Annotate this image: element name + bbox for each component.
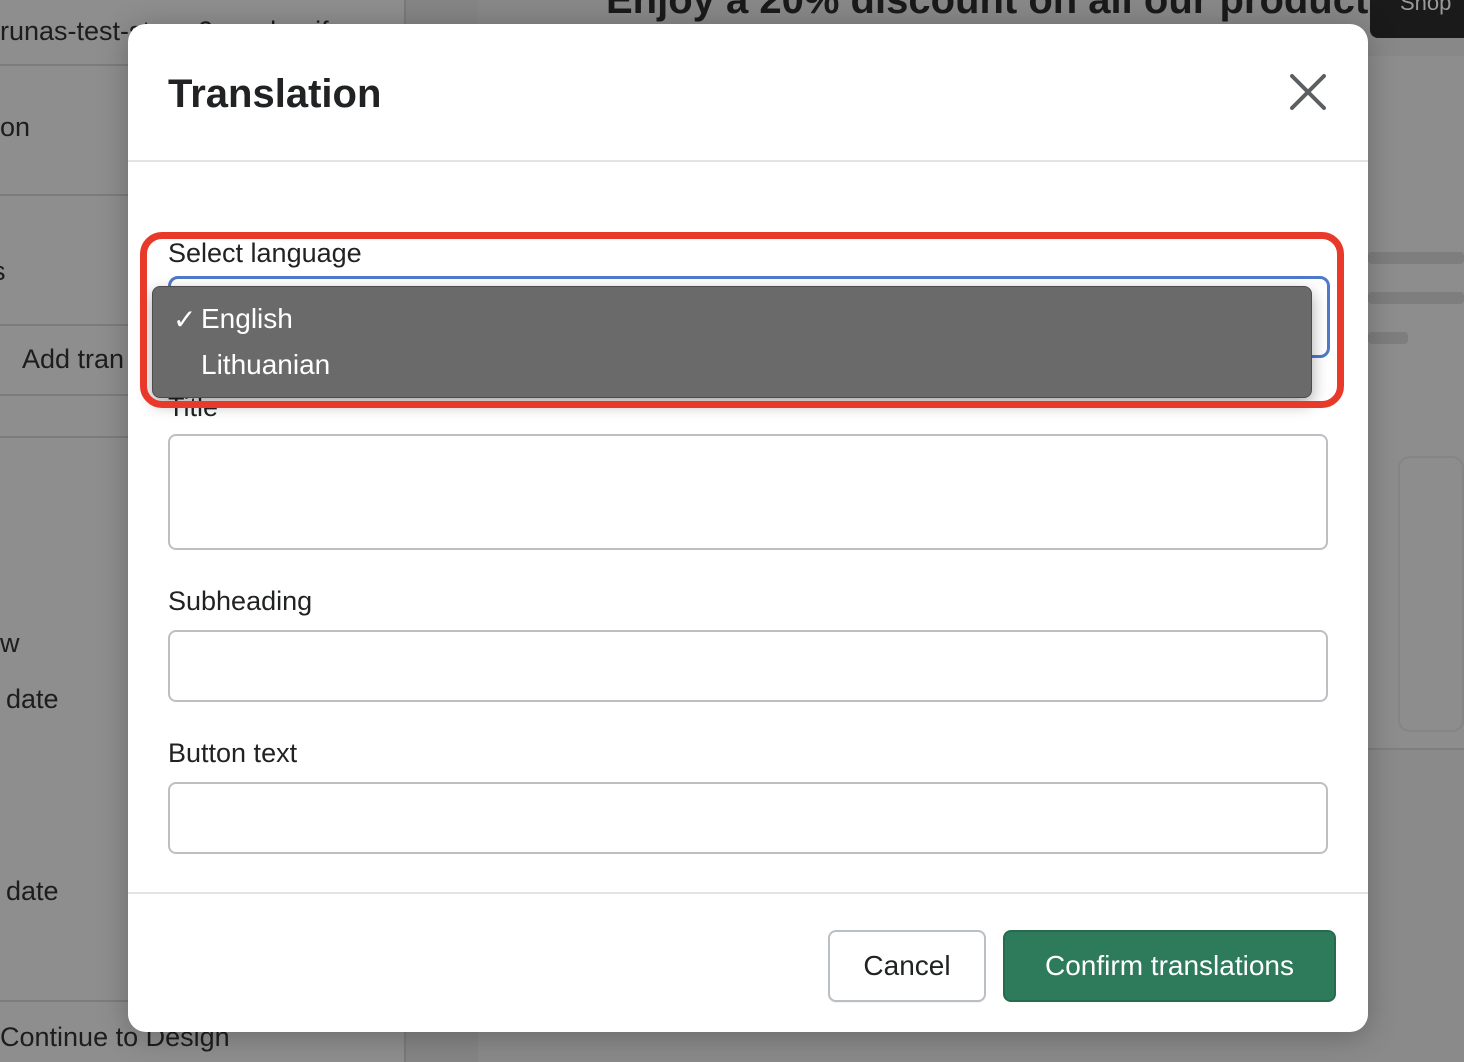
bg-bar <box>1368 332 1408 344</box>
confirm-translations-button[interactable]: Confirm translations <box>1003 930 1336 1002</box>
bg-row-2-text: s <box>0 256 6 287</box>
title-input[interactable] <box>168 434 1328 550</box>
cancel-button[interactable]: Cancel <box>828 930 986 1002</box>
bg-shop-button[interactable]: Shop <box>1370 0 1464 38</box>
bg-add-translation-button[interactable]: Add tran <box>22 344 124 375</box>
bg-card <box>1398 456 1464 732</box>
subheading-field-label: Subheading <box>168 586 313 616</box>
language-dropdown: ✓ English Lithuanian <box>152 286 1312 398</box>
modal-footer: Cancel Confirm translations <box>128 892 1368 1032</box>
button-text-field-label: Button text <box>168 738 298 768</box>
bg-date-1: date <box>6 684 59 714</box>
bg-shop-label: Shop <box>1400 0 1452 15</box>
language-option-label: Lithuanian <box>201 349 331 380</box>
language-option-lithuanian[interactable]: Lithuanian <box>153 345 1313 391</box>
bg-date-2: date <box>6 876 59 906</box>
modal-header: Translation <box>128 24 1368 162</box>
bg-bar <box>1368 252 1464 264</box>
modal-title: Translation <box>168 72 382 116</box>
subheading-input[interactable] <box>168 630 1328 702</box>
close-button[interactable] <box>1284 68 1332 116</box>
bg-row-w-text: w <box>0 628 20 658</box>
close-icon <box>1290 74 1326 110</box>
checkmark-icon: ✓ <box>173 304 197 335</box>
bg-bar <box>1368 292 1464 304</box>
bg-row-1-text: on <box>0 112 31 142</box>
language-option-label: English <box>201 303 293 334</box>
translation-modal: Translation Select language Title Subhea… <box>128 24 1368 1032</box>
select-language-label: Select language <box>168 238 362 268</box>
language-option-english[interactable]: ✓ English <box>153 299 1313 345</box>
button-text-input[interactable] <box>168 782 1328 854</box>
bg-banner-text: Enjoy a 20% discount on all our products… <box>606 0 1404 22</box>
